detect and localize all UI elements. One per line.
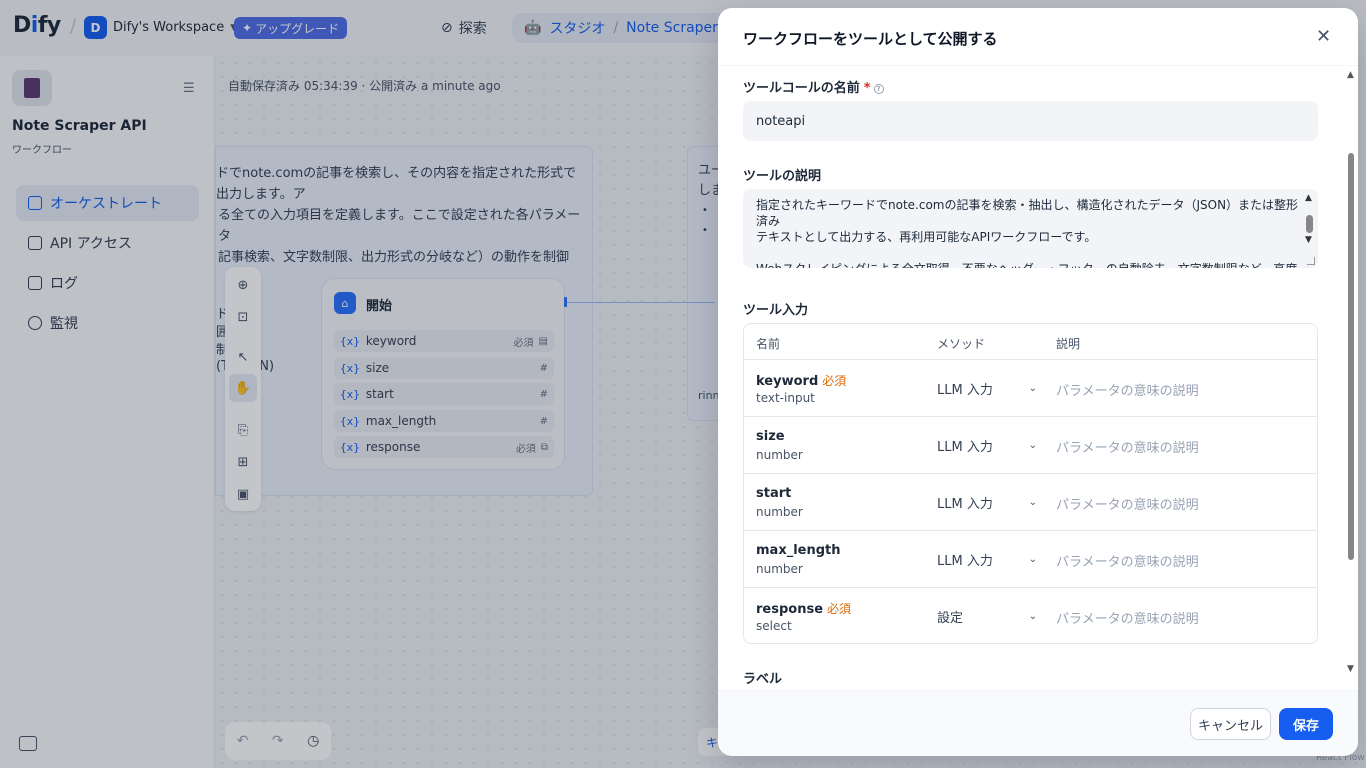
table-row: keyword 必須 text-input LLM 入力 ⌄ パラメータの意味の説明 — [744, 360, 1317, 417]
description-label: ツールの説明 — [743, 169, 822, 184]
method-select[interactable]: LLM 入力 ⌄ — [937, 543, 1037, 575]
cancel-button[interactable]: キャンセル — [1190, 708, 1271, 740]
param-name: start — [756, 486, 791, 501]
resize-handle-icon[interactable] — [1307, 257, 1315, 265]
dialog-title: ワークフローをツールとして公開する — [743, 30, 998, 48]
param-description-input[interactable]: パラメータの意味の説明 — [1056, 487, 1306, 519]
chevron-down-icon: ⌄ — [1028, 496, 1037, 508]
dialog-scrollbar[interactable]: ▲ ▼ — [1344, 68, 1358, 683]
param-type: select — [756, 619, 792, 633]
close-icon[interactable]: ✕ — [1316, 26, 1331, 47]
required-badge: 必須 — [822, 374, 847, 388]
method-value: LLM 入力 — [937, 496, 993, 512]
required-mark: * — [863, 81, 871, 96]
param-name: size — [756, 429, 785, 444]
scroll-down-icon[interactable]: ▼ — [1305, 235, 1312, 245]
table-row: response 必須 select 設定 ⌄ パラメータの意味の説明 — [744, 588, 1317, 645]
method-value: LLM 入力 — [937, 382, 993, 398]
table-row: size number LLM 入力 ⌄ パラメータの意味の説明 — [744, 417, 1317, 474]
dialog-footer: キャンセル 保存 — [718, 690, 1358, 756]
chevron-down-icon: ⌄ — [1028, 610, 1037, 622]
scroll-up-icon[interactable]: ▲ — [1305, 193, 1312, 203]
param-type: number — [756, 505, 803, 519]
param-type: number — [756, 448, 803, 462]
chevron-down-icon: ⌄ — [1028, 382, 1037, 394]
param-description-input[interactable]: パラメータの意味の説明 — [1056, 373, 1306, 405]
param-name: keyword 必須 — [756, 372, 846, 389]
chevron-down-icon: ⌄ — [1028, 553, 1037, 565]
method-select[interactable]: LLM 入力 ⌄ — [937, 429, 1037, 461]
param-name: response 必須 — [756, 600, 851, 617]
param-description-input[interactable]: パラメータの意味の説明 — [1056, 544, 1306, 576]
param-type: number — [756, 562, 803, 576]
method-select[interactable]: LLM 入力 ⌄ — [937, 372, 1037, 404]
table-row: max_length number LLM 入力 ⌄ パラメータの意味の説明 — [744, 531, 1317, 588]
param-type: text-input — [756, 391, 815, 405]
table-row: start number LLM 入力 ⌄ パラメータの意味の説明 — [744, 474, 1317, 531]
label-section-title: ラベル — [743, 672, 783, 687]
param-name-text: size — [756, 429, 785, 444]
required-badge: 必須 — [827, 602, 852, 616]
column-method: メソッド — [937, 337, 986, 351]
column-description: 説明 — [1056, 337, 1081, 351]
param-description-input[interactable]: パラメータの意味の説明 — [1056, 430, 1306, 462]
param-name-text: keyword — [756, 374, 819, 389]
tool-call-name-label: ツールコールの名前 *? — [743, 77, 884, 96]
param-name-text: response — [756, 602, 824, 617]
method-value: 設定 — [937, 610, 964, 626]
method-select[interactable]: 設定 ⌄ — [937, 600, 1037, 632]
description-textarea[interactable]: 指定されたキーワードでnote.comの記事を検索・抽出し、構造化されたデータ（… — [743, 189, 1318, 268]
chevron-down-icon: ⌄ — [1028, 439, 1037, 451]
save-button[interactable]: 保存 — [1279, 708, 1333, 740]
tool-input-table: 名前 メソッド 説明 keyword 必須 text-input LLM 入力 ⌄ … — [743, 323, 1318, 644]
param-name-text: max_length — [756, 543, 841, 558]
label-text: ツールコールの名前 — [743, 81, 860, 96]
description-text: 指定されたキーワードでnote.comの記事を検索・抽出し、構造化されたデータ（… — [756, 198, 1299, 268]
scroll-down-icon[interactable]: ▼ — [1347, 664, 1354, 674]
tool-call-name-input[interactable]: noteapi — [743, 101, 1318, 141]
table-header: 名前 メソッド 説明 — [744, 324, 1317, 360]
help-icon[interactable]: ? — [873, 84, 884, 94]
column-name: 名前 — [756, 337, 781, 351]
method-select[interactable]: LLM 入力 ⌄ — [937, 486, 1037, 518]
method-value: LLM 入力 — [937, 439, 993, 455]
publish-as-tool-dialog: ワークフローをツールとして公開する ✕ ツールコールの名前 *? noteapi … — [718, 8, 1358, 756]
method-value: LLM 入力 — [937, 553, 993, 569]
param-name-text: start — [756, 486, 792, 501]
param-name: max_length — [756, 543, 841, 558]
textarea-scrollbar[interactable]: ▲ ▼ — [1305, 193, 1314, 265]
param-description-input[interactable]: パラメータの意味の説明 — [1056, 601, 1306, 633]
scroll-thumb[interactable] — [1348, 153, 1354, 560]
scroll-up-icon[interactable]: ▲ — [1347, 70, 1354, 80]
tool-input-label: ツール入力 — [743, 303, 809, 318]
